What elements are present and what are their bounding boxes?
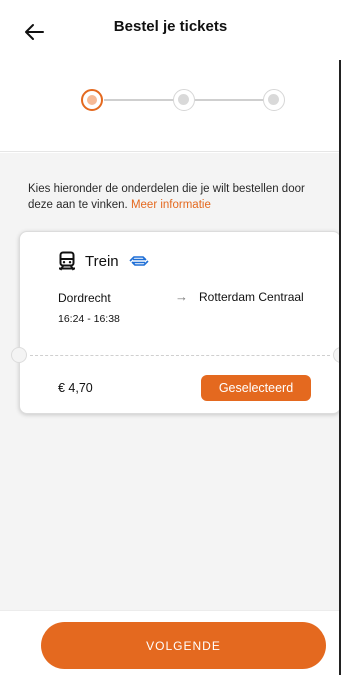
step-connector [104,99,174,101]
step-3-indicator [263,89,285,111]
card-divider [30,355,330,356]
footer: VOLGENDE [0,610,341,675]
ns-logo-icon [129,256,149,266]
train-icon [59,251,75,271]
step-1-indicator [81,89,103,111]
ticket-notch-left [11,347,27,363]
step-2-indicator [173,89,195,111]
intro-text: Kies hieronder de onderdelen die je wilt… [28,181,328,213]
arrival-station: Rotterdam Centraal [199,290,304,304]
ticket-mode-row: Trein [58,251,149,271]
step-connector [195,99,263,101]
more-info-link[interactable]: Meer informatie [131,199,211,211]
header: Bestel je tickets [0,0,341,60]
departure-station: Dordrecht [58,291,111,305]
main-content: Kies hieronder de onderdelen die je wilt… [0,153,341,610]
next-button[interactable]: VOLGENDE [41,622,326,669]
ticket-price: € 4,70 [58,381,93,395]
progress-stepper [0,60,341,152]
ticket-mode-label: Trein [85,252,119,270]
direction-arrow-icon: → [175,289,188,304]
travel-times: 16:24 - 16:38 [58,313,120,325]
page-title: Bestel je tickets [113,18,228,35]
selected-toggle-button[interactable]: Geselecteerd [201,375,311,401]
ticket-card[interactable]: Trein Dordrecht 16:24 - 16:38 → Rotterda… [11,231,341,414]
